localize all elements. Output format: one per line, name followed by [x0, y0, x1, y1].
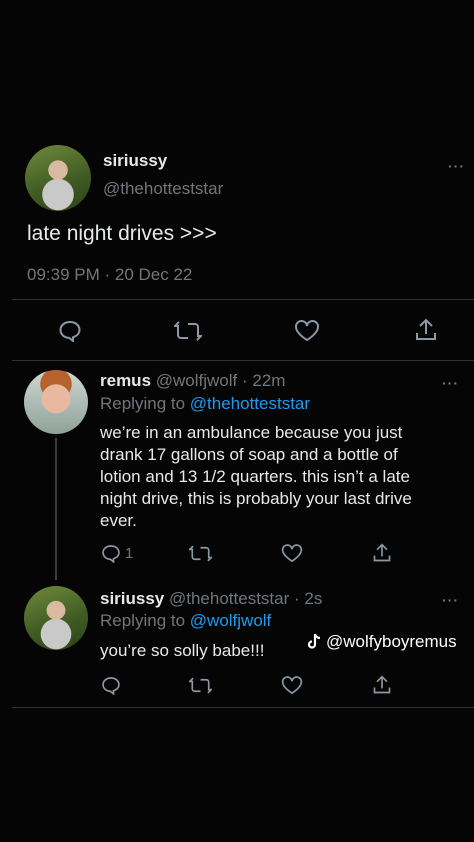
- replying-to-link[interactable]: @thehotteststar: [190, 394, 310, 413]
- more-icon[interactable]: ···: [448, 158, 465, 174]
- reply-icon[interactable]: [101, 544, 121, 563]
- reply-handle[interactable]: @thehotteststar · 2s: [169, 589, 322, 608]
- like-icon[interactable]: [281, 544, 303, 563]
- reply-name[interactable]: remus: [100, 371, 151, 390]
- replying-to-link[interactable]: @wolfjwolf: [190, 611, 272, 630]
- reply-icon[interactable]: [101, 676, 121, 695]
- divider: [12, 707, 474, 708]
- tiktok-watermark: @wolfyboyremus: [306, 632, 457, 652]
- replying-to: Replying to @wolfjwolf: [100, 611, 271, 631]
- like-icon[interactable]: [294, 320, 320, 342]
- share-icon[interactable]: [372, 543, 392, 563]
- reply-name[interactable]: siriussy: [100, 589, 164, 608]
- replying-to: Replying to @thehotteststar: [100, 394, 310, 414]
- more-icon[interactable]: ···: [442, 592, 459, 608]
- thread-line: [55, 438, 57, 580]
- author-name[interactable]: siriussy: [103, 151, 167, 171]
- reply-text-line: drank 17 gallons of soap and a bottle of: [100, 445, 398, 464]
- reply-text-line: ever.: [100, 511, 137, 530]
- retweet-icon[interactable]: [189, 544, 212, 563]
- reply-text-line: lotion and 13 1/2 quarters. this isn’t a…: [100, 467, 410, 486]
- reply-handle[interactable]: @wolfjwolf · 22m: [156, 371, 286, 390]
- reply-header: remus @wolfjwolf · 22m: [100, 371, 285, 391]
- like-icon[interactable]: [281, 676, 303, 695]
- reply-avatar[interactable]: [24, 370, 88, 434]
- reply-header: siriussy @thehotteststar · 2s: [100, 589, 322, 609]
- reply-avatar[interactable]: [24, 586, 88, 650]
- share-icon[interactable]: [372, 675, 392, 695]
- reply-text: we’re in an ambulance because you just d…: [100, 422, 412, 532]
- reply-icon[interactable]: [58, 320, 82, 342]
- share-icon[interactable]: [414, 318, 438, 342]
- divider: [12, 299, 474, 300]
- reply-text-line: we’re in an ambulance because you just: [100, 423, 403, 442]
- reply-text-line: night drive, this is probably your last …: [100, 489, 412, 508]
- tiktok-icon: [306, 633, 322, 651]
- watermark-text: @wolfyboyremus: [326, 632, 457, 651]
- replying-prefix: Replying to: [100, 394, 190, 413]
- retweet-icon[interactable]: [174, 320, 202, 342]
- reply-count: 1: [125, 545, 134, 562]
- more-icon[interactable]: ···: [442, 375, 459, 391]
- author-handle[interactable]: @thehotteststar: [103, 179, 223, 199]
- replying-prefix: Replying to: [100, 611, 190, 630]
- retweet-icon[interactable]: [189, 676, 212, 695]
- divider: [12, 360, 474, 361]
- reply-text: you’re so solly babe!!!: [100, 641, 265, 660]
- tweet-text: late night drives >>>: [27, 222, 217, 245]
- author-avatar[interactable]: [25, 145, 91, 211]
- tweet-timestamp: 09:39 PM · 20 Dec 22: [27, 265, 193, 284]
